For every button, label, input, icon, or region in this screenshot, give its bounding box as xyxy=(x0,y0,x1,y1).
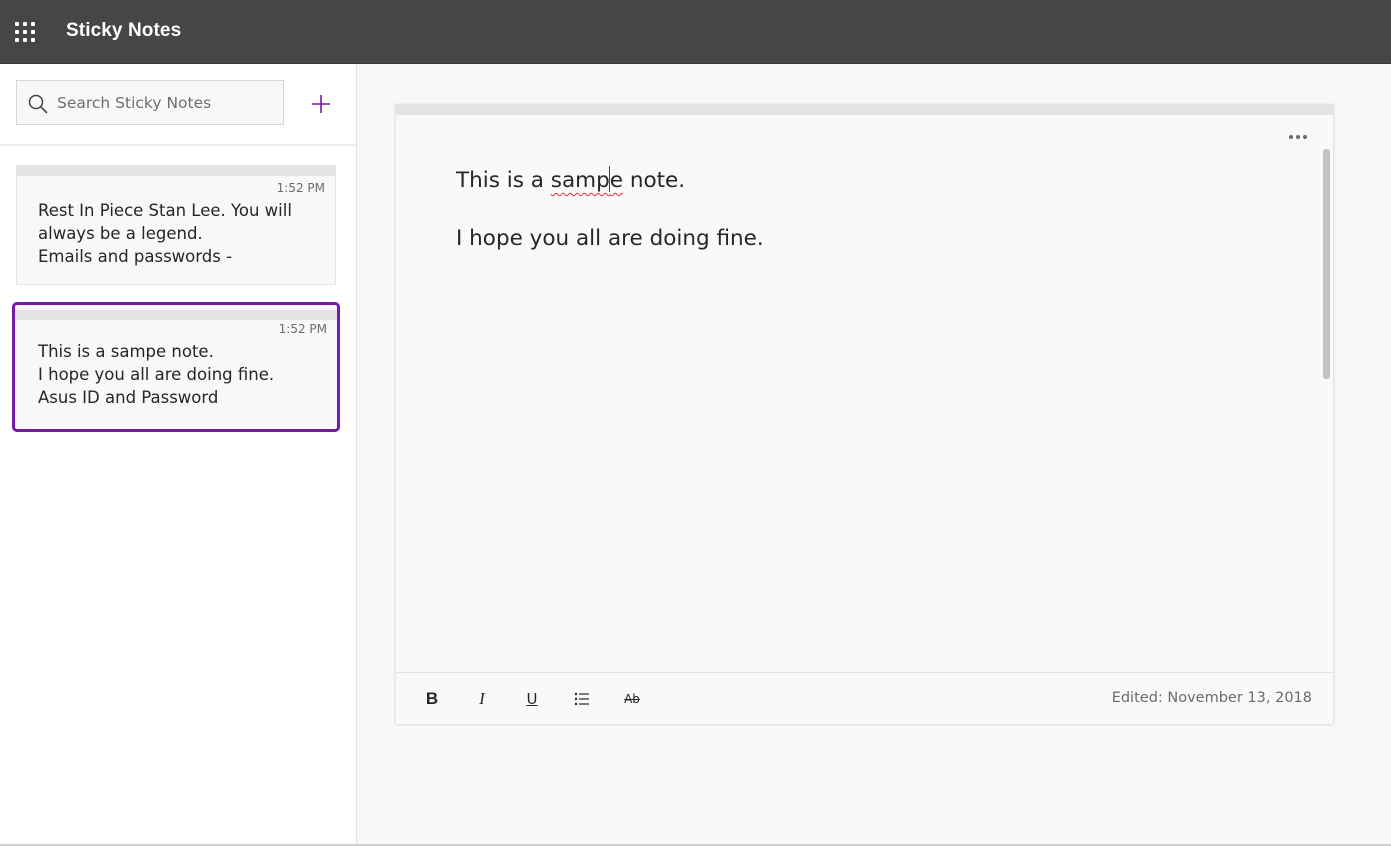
misspelled-word: sampe xyxy=(550,166,623,193)
strikethrough-button[interactable]: Ab xyxy=(617,686,647,712)
editor-color-strip xyxy=(396,104,1333,115)
search-icon xyxy=(28,94,48,114)
edited-date: Edited: November 13, 2018 xyxy=(1111,690,1312,706)
note-preview: Rest In Piece Stan Lee. You will always … xyxy=(38,199,325,268)
add-note-button[interactable] xyxy=(303,90,339,118)
notes-sidebar: 1:52 PM Rest In Piece Stan Lee. You will… xyxy=(0,64,357,844)
bold-button[interactable]: B xyxy=(417,686,447,712)
note-card-selected[interactable]: 1:52 PM This is a sampe note. I hope you… xyxy=(12,302,340,432)
app-title: Sticky Notes xyxy=(66,20,182,41)
note-preview-line: I hope you all are doing fine. xyxy=(38,365,275,384)
note-preview-line: always be a legend. xyxy=(38,224,203,243)
more-dot xyxy=(1303,135,1307,139)
note-time: 1:52 PM xyxy=(278,322,327,336)
editor-text-area[interactable]: This is a sampe note. I hope you all are… xyxy=(456,166,1296,256)
note-preview-line: This is a sampe note. xyxy=(38,342,214,361)
note-time: 1:52 PM xyxy=(276,181,325,195)
note-preview-line: Asus ID and Password xyxy=(38,388,219,407)
title-bar: Sticky Notes xyxy=(0,0,1391,64)
search-box[interactable] xyxy=(16,80,284,125)
note-color-strip xyxy=(15,310,337,320)
note-preview-line: Emails and passwords - xyxy=(38,247,233,266)
plus-icon xyxy=(312,95,330,113)
note-editor: This is a sampe note. I hope you all are… xyxy=(396,104,1333,724)
editor-text: note. xyxy=(623,168,686,193)
more-options-button[interactable] xyxy=(1283,129,1313,145)
italic-button[interactable]: I xyxy=(467,686,497,712)
waffle-menu-icon[interactable] xyxy=(15,22,37,44)
editor-line: I hope you all are doing fine. xyxy=(456,226,764,251)
note-preview-line: Rest In Piece Stan Lee. You will xyxy=(38,201,292,220)
bulleted-list-icon xyxy=(574,692,589,706)
search-input[interactable] xyxy=(57,81,277,124)
more-dot xyxy=(1296,135,1300,139)
note-card[interactable]: 1:52 PM Rest In Piece Stan Lee. You will… xyxy=(16,165,336,285)
editor-line: This is a sampe note. xyxy=(456,166,1296,196)
misspelled-part: e xyxy=(609,168,623,193)
scrollbar-thumb[interactable] xyxy=(1323,149,1330,379)
sidebar-divider xyxy=(0,144,356,146)
underline-button[interactable]: U xyxy=(517,686,547,712)
misspelled-part: samp xyxy=(550,168,610,193)
bulleted-list-button[interactable] xyxy=(567,686,597,712)
editor-text: This is a xyxy=(456,168,551,193)
note-preview: This is a sampe note. I hope you all are… xyxy=(38,340,327,409)
formatting-toolbar: B I U Ab Edited: November 13, 2018 xyxy=(396,672,1333,724)
more-dots-icon xyxy=(1289,135,1293,139)
note-color-strip xyxy=(17,166,335,176)
